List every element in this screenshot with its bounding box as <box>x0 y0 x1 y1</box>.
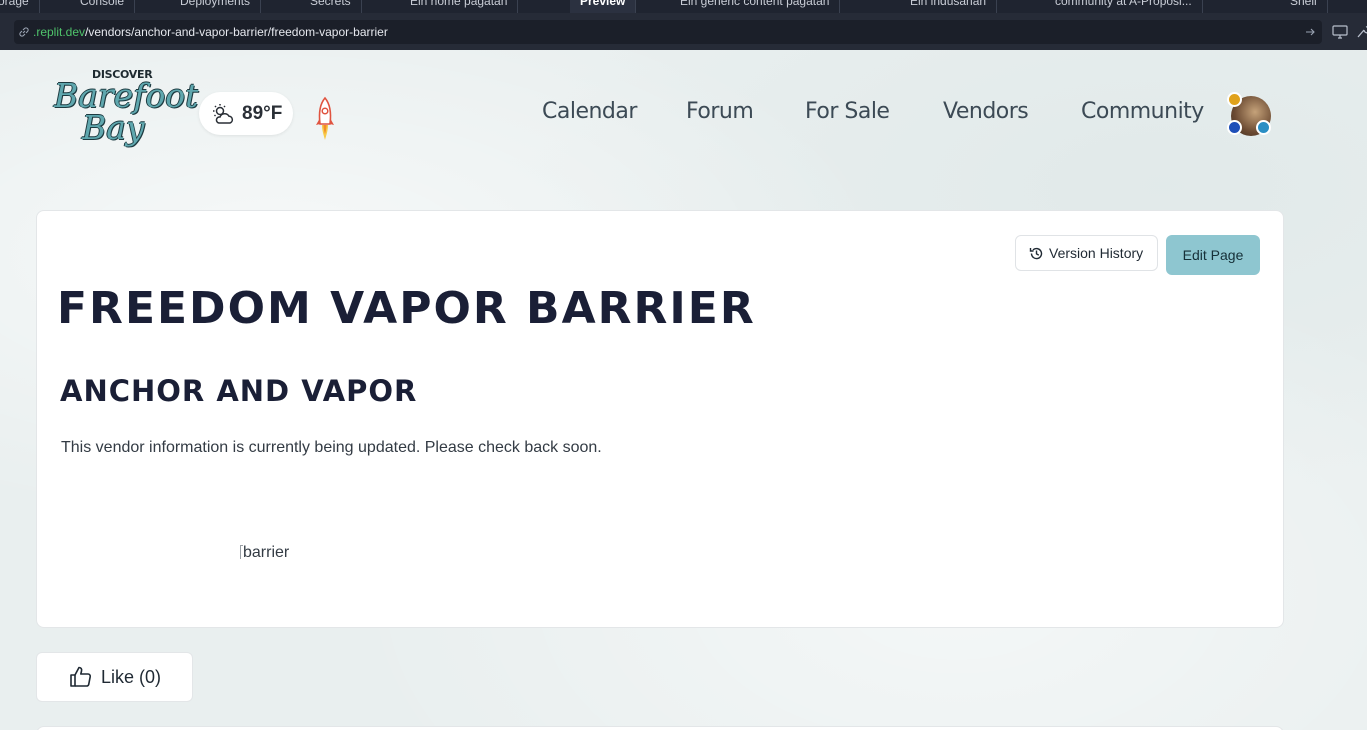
vendor-image: barrier <box>240 544 330 564</box>
browser-tab[interactable]: Ein generic content pagatan <box>670 0 841 13</box>
like-button[interactable]: Like (0) <box>36 652 193 702</box>
address-bar: .replit.dev/vendors/anchor-and-vapor-bar… <box>0 13 1367 50</box>
browser-tab[interactable]: orage <box>0 0 40 13</box>
history-icon <box>1029 247 1043 260</box>
link-icon <box>19 27 29 37</box>
badge-icon <box>1256 120 1271 135</box>
nav-community[interactable]: Community <box>1081 99 1204 124</box>
browser-tab[interactable]: Preview <box>570 0 637 13</box>
browser-tab[interactable]: Deployments <box>170 0 262 13</box>
page-title: FREEDOM VAPOR BARRIER <box>57 283 756 334</box>
url-path: /vendors/anchor-and-vapor-barrier/freedo… <box>85 25 388 39</box>
weather-temperature: 89°F <box>242 103 283 124</box>
comments-card <box>36 726 1284 730</box>
monitor-icon[interactable] <box>1332 25 1348 39</box>
vendor-description: This vendor information is currently bei… <box>61 439 602 456</box>
badge-icon <box>1227 120 1242 135</box>
browser-tab-strip: orage Console Deployments Secrets Ein ho… <box>0 0 1367 13</box>
browser-tab[interactable]: Shell <box>1280 0 1328 13</box>
version-history-button[interactable]: Version History <box>1015 235 1158 271</box>
weather-widget[interactable]: 89°F <box>199 92 293 135</box>
site-logo[interactable]: DISCOVER Barefoot Bay <box>52 66 198 152</box>
nav-vendors[interactable]: Vendors <box>943 99 1029 124</box>
browser-tab[interactable]: Ein home pagatan <box>400 0 519 13</box>
nav-forum[interactable]: Forum <box>686 99 754 124</box>
vendor-content-card: Version History Edit Page FREEDOM VAPOR … <box>36 210 1284 628</box>
logo-bay-text: Bay <box>82 108 145 147</box>
user-avatar-menu[interactable] <box>1227 92 1275 140</box>
nav-calendar[interactable]: Calendar <box>542 99 637 124</box>
url-host: .replit.dev <box>33 25 86 39</box>
partly-cloudy-icon <box>213 104 234 124</box>
page: DISCOVER Barefoot Bay 89°F Calendar Foru… <box>0 50 1367 730</box>
like-label: Like (0) <box>101 667 162 687</box>
image-alt-text: barrier <box>243 544 290 561</box>
arrow-right-icon[interactable] <box>1304 26 1316 38</box>
browser-tab[interactable]: Console <box>70 0 136 13</box>
browser-tab[interactable]: community at A-Proposi... <box>1045 0 1203 13</box>
url-field[interactable]: .replit.dev/vendors/anchor-and-vapor-bar… <box>14 20 1322 44</box>
browser-tab[interactable]: Secrets <box>300 0 362 13</box>
wrench-icon[interactable] <box>1356 25 1367 39</box>
browser-tab[interactable]: Ein indusanan <box>900 0 998 13</box>
badge-icon <box>1227 92 1242 107</box>
edit-page-button[interactable]: Edit Page <box>1166 235 1260 275</box>
version-history-label: Version History <box>1049 245 1144 261</box>
category-subtitle: ANCHOR AND VAPOR <box>60 374 418 408</box>
rocket-icon[interactable] <box>313 96 337 142</box>
nav-for-sale[interactable]: For Sale <box>805 99 890 124</box>
thumbs-up-icon <box>70 666 92 687</box>
